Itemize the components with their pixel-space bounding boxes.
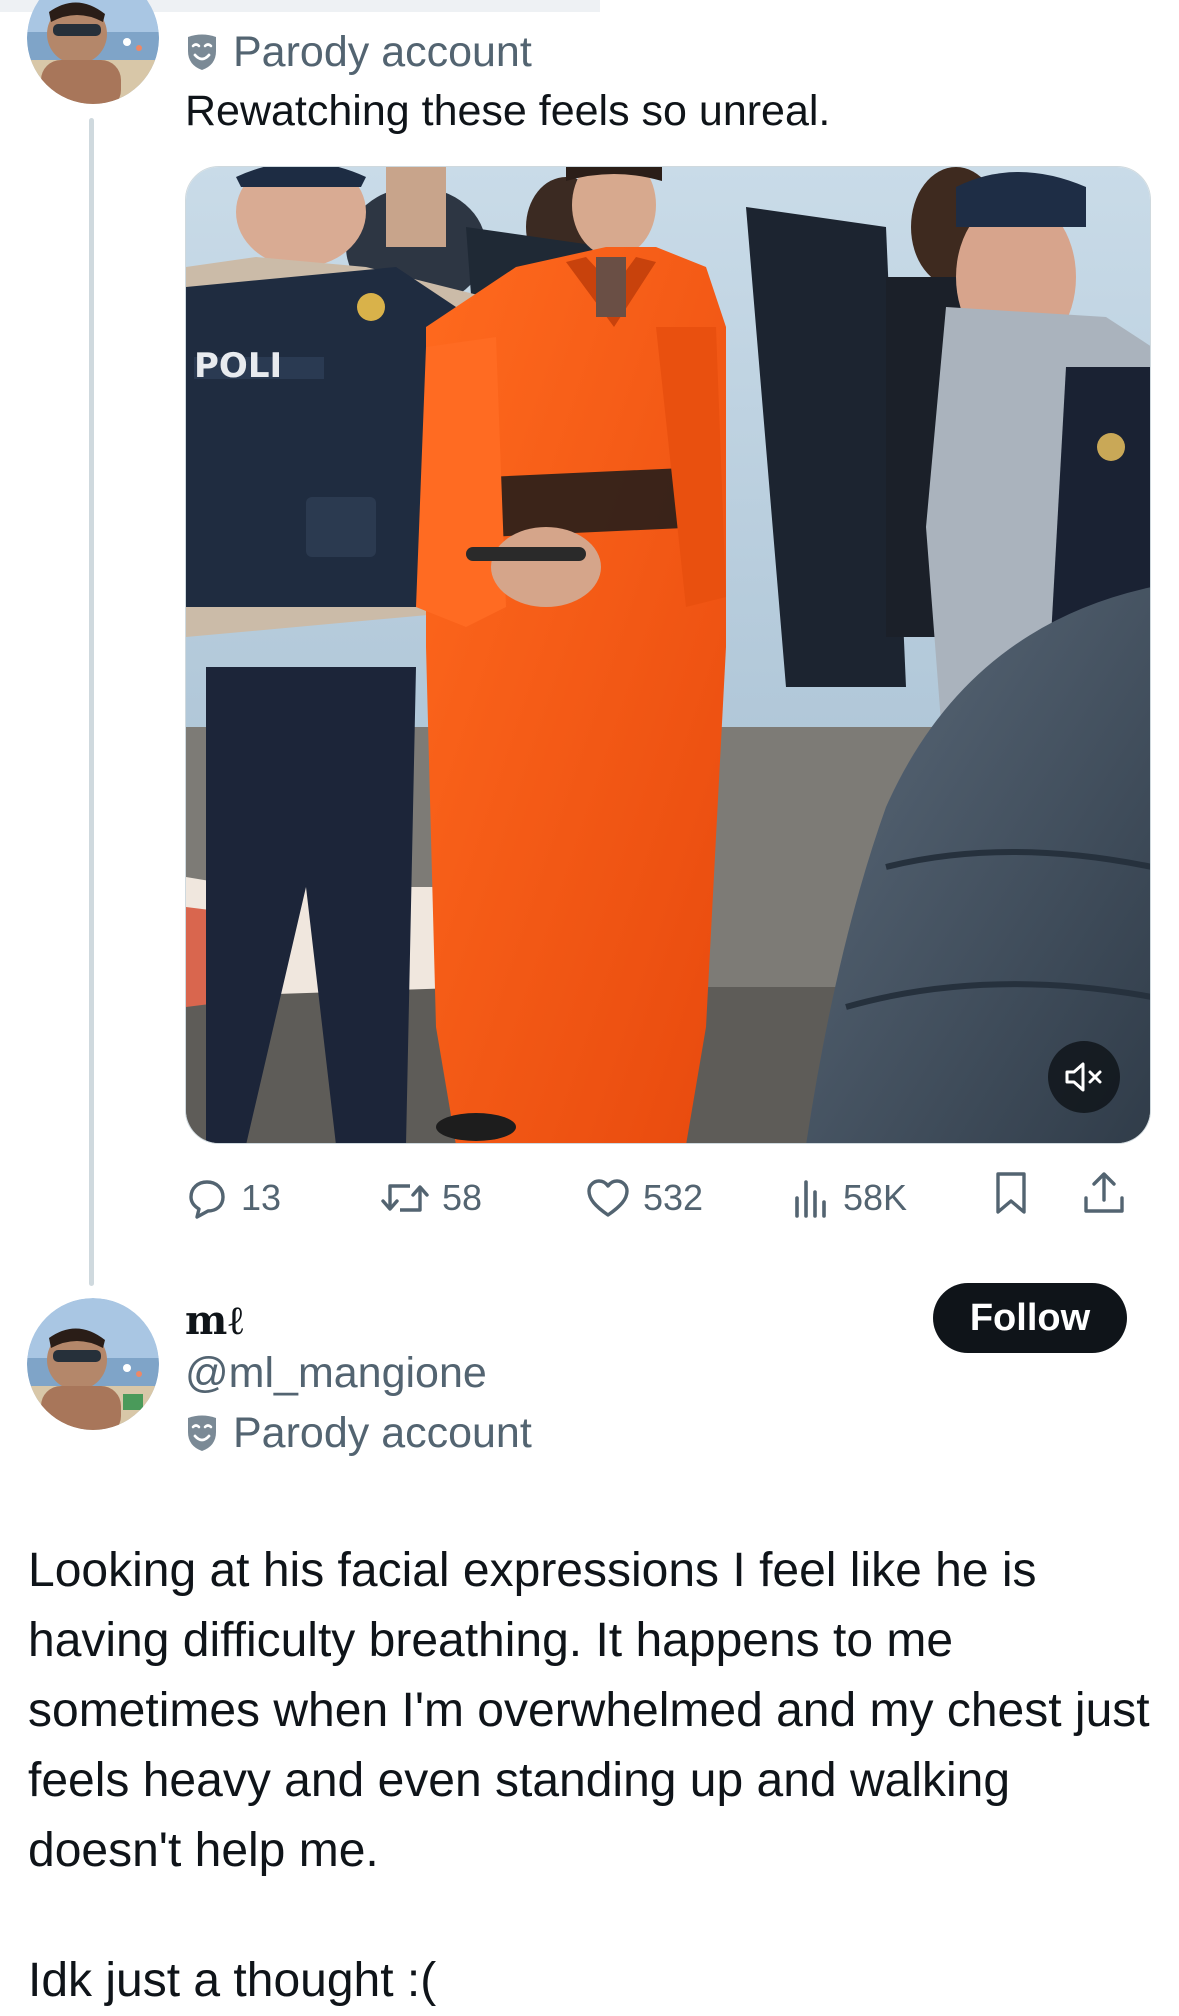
parody-mask-icon [188,34,216,70]
views-button[interactable]: 58K [791,1170,907,1226]
post-text: Rewatching these feels so unreal. [185,87,831,135]
mute-toggle-button[interactable] [1048,1041,1120,1113]
parody-label-text: Parody account [233,28,532,76]
like-button[interactable]: 532 [585,1170,703,1226]
display-name[interactable]: mℓ [185,1296,244,1346]
vest-lettering: POLI [194,346,282,386]
avatar[interactable] [27,1298,159,1430]
parody-label-text: Parody account [233,1409,532,1457]
post-body-paragraph: Looking at his facial expressions I feel… [28,1544,1150,1877]
thread-connector-line [89,118,94,1286]
reply-button[interactable]: 13 [185,1170,281,1226]
repost-button[interactable]: 58 [380,1170,482,1226]
video-media[interactable]: POLI [185,166,1151,1144]
share-icon [1084,1172,1124,1213]
user-handle[interactable]: @ml_mangione [185,1348,487,1398]
avatar[interactable] [27,0,159,104]
speaker-muted-icon [1065,1062,1102,1092]
views-icon [795,1180,826,1218]
parody-account-label: Parody account [185,1408,532,1458]
post-action-bar: 13 58 532 58K [185,1170,1151,1226]
post-body: Looking at his facial expressions I feel… [28,1536,1158,1886]
bookmark-icon [996,1172,1026,1214]
reply-icon [189,1180,225,1219]
reply-count: 13 [241,1177,282,1218]
repost-icon [381,1184,429,1212]
bookmark-button[interactable] [991,1170,1031,1216]
heart-icon [587,1179,629,1217]
like-count: 532 [643,1177,704,1218]
post-body-trailing-line: Idk just a thought :( [28,1954,437,2007]
parody-account-label: Parody account [185,27,532,77]
views-count: 58K [843,1177,908,1218]
follow-button[interactable]: Follow [933,1283,1127,1353]
parody-mask-icon [188,1415,216,1451]
repost-count: 58 [442,1177,483,1218]
share-button[interactable] [1081,1170,1127,1216]
